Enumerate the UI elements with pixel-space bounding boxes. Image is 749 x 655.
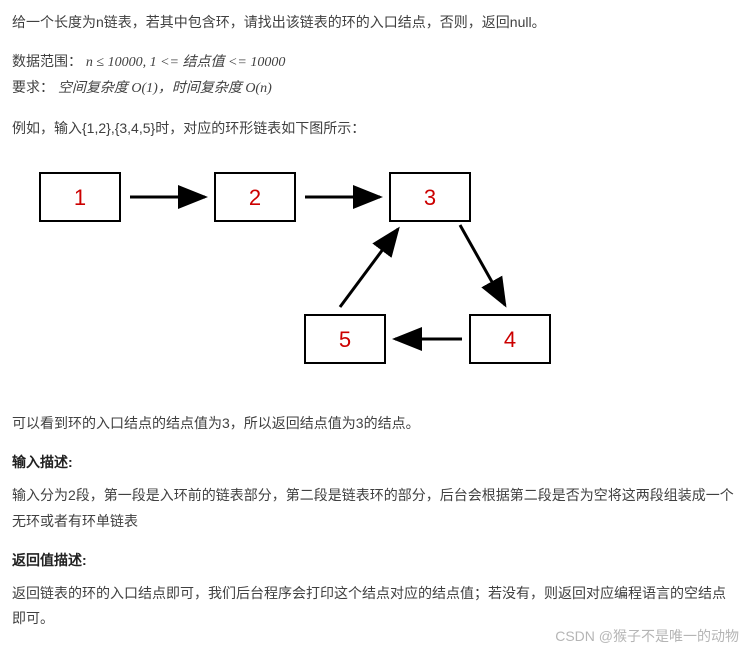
arrow-3-4	[460, 225, 505, 305]
arrow-5-3	[340, 229, 398, 307]
input-desc-title: 输入描述:	[12, 450, 737, 475]
node-label-5: 5	[339, 327, 351, 352]
linked-list-diagram: 1 2 3 4 5	[30, 155, 737, 393]
return-desc-text: 返回链表的环的入口结点即可，我们后台程序会打印这个结点对应的结点值；若没有，则返…	[12, 581, 737, 631]
range-formula: n ≤ 10000, 1 <= 结点值 <= 10000	[86, 55, 285, 70]
example-prefix: 例如，输入{1,2},{3,4,5}时，对应的环形链表如下图所示：	[12, 116, 737, 141]
node-label-1: 1	[74, 185, 86, 210]
require-prefix: 要求：	[12, 79, 54, 95]
node-label-3: 3	[424, 185, 436, 210]
node-label-2: 2	[249, 185, 261, 210]
node-label-4: 4	[504, 327, 516, 352]
input-desc-text: 输入分为2段，第一段是入环前的链表部分，第二段是链表环的部分，后台会根据第二段是…	[12, 483, 737, 533]
problem-intro: 给一个长度为n链表，若其中包含环，请找出该链表的环的入口结点，否则，返回null…	[12, 10, 737, 35]
observation-text: 可以看到环的入口结点的结点值为3，所以返回结点值为3的结点。	[12, 411, 737, 436]
constraints-block: 数据范围： n ≤ 10000, 1 <= 结点值 <= 10000 要求： 空…	[12, 49, 737, 101]
require-text: 空间复杂度 O(1)，时间复杂度 O(n)	[58, 81, 272, 96]
range-prefix: 数据范围：	[12, 53, 82, 69]
return-desc-title: 返回值描述:	[12, 548, 737, 573]
